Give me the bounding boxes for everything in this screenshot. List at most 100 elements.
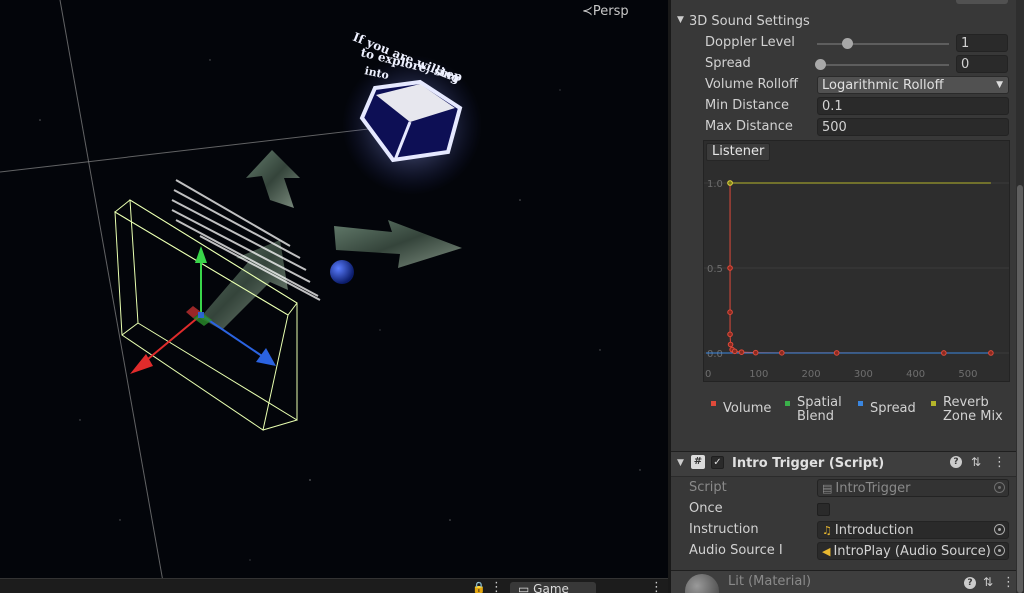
- foldout-arrow-icon[interactable]: ▼: [677, 458, 684, 468]
- spread-slider[interactable]: [817, 64, 949, 66]
- volume-point: [778, 350, 785, 356]
- help-icon[interactable]: ?: [964, 577, 976, 589]
- gizmo-z-arrow-icon: [256, 348, 276, 366]
- dropdown-arrow-icon: ▼: [996, 80, 1003, 90]
- section-3d-sound[interactable]: ▼ 3D Sound Settings: [671, 12, 1016, 33]
- legend-volume-label: Volume: [723, 401, 772, 416]
- component-title: Intro Trigger (Script): [732, 456, 885, 471]
- volume-point: [833, 350, 840, 356]
- component-enabled-checkbox[interactable]: ✓: [711, 456, 724, 469]
- object-picker-icon[interactable]: [994, 524, 1005, 535]
- script-icon: #: [691, 455, 705, 469]
- foldout-arrow-icon[interactable]: ▼: [677, 15, 684, 25]
- y-tick-label: 0.5: [707, 264, 723, 275]
- material-menu-icon[interactable]: ⋮: [1002, 575, 1015, 590]
- help-icon[interactable]: ?: [950, 456, 962, 468]
- instruction-field[interactable]: ♫ Introduction: [817, 521, 1009, 539]
- audio-source-value: IntroPlay (Audio Source): [833, 544, 991, 559]
- once-label: Once: [689, 501, 723, 516]
- doppler-level-field[interactable]: 1: [956, 34, 1008, 52]
- audio-source-row: Audio Source I ◀ IntroPlay (Audio Source): [671, 541, 1016, 562]
- rolloff-graph[interactable]: 0.0 0.5 1.0 0 100 200 300 400 500 Listener: [703, 140, 1010, 382]
- gizmo-y-arrow-icon: [195, 246, 207, 263]
- top-field-remnant: [956, 0, 1008, 4]
- x-tick-label: 300: [854, 369, 873, 380]
- y-tick-label: 0.0: [707, 349, 723, 360]
- lock-icon[interactable]: 🔒: [472, 581, 486, 593]
- max-distance-row: Max Distance 500: [671, 117, 1016, 138]
- blue-sphere[interactable]: [330, 260, 354, 284]
- min-distance-field[interactable]: 0.1: [817, 97, 1009, 115]
- right-arrow-object[interactable]: [334, 220, 462, 268]
- grid-line: [59, 0, 166, 593]
- x-tick-label: 500: [958, 369, 977, 380]
- x-tick-label: 200: [802, 369, 821, 380]
- x-tick-label: 400: [906, 369, 925, 380]
- script-value: IntroTrigger: [835, 481, 911, 496]
- x-tick-label: 100: [749, 369, 768, 380]
- volume-point: [727, 341, 734, 348]
- starfield: [39, 59, 641, 561]
- material-title: Lit (Material): [728, 574, 812, 589]
- scrollbar-thumb[interactable]: [1017, 185, 1023, 593]
- scene-canvas[interactable]: If you are willing to explore, step into: [0, 0, 668, 593]
- instruction-value: Introduction: [834, 523, 914, 538]
- volume-point: [752, 349, 759, 356]
- presets-icon[interactable]: ⇅: [983, 575, 993, 589]
- legend-spatial-label-2: Blend: [797, 409, 835, 424]
- max-distance-field[interactable]: 500: [817, 118, 1009, 136]
- audio-source-field[interactable]: ◀ IntroPlay (Audio Source): [817, 542, 1009, 560]
- spread-label: Spread: [705, 56, 751, 71]
- object-picker-icon: [994, 482, 1005, 493]
- once-row: Once: [671, 499, 1016, 520]
- presets-icon[interactable]: ⇅: [971, 455, 981, 469]
- audio-source-label: Audio Source I: [689, 543, 783, 558]
- audio-clip-icon: ♫: [822, 524, 832, 537]
- y-tick-label: 1.0: [707, 179, 723, 190]
- listener-label: Listener: [706, 143, 771, 161]
- spread-slider-knob[interactable]: [815, 59, 826, 70]
- tab-game[interactable]: ▭ Game: [510, 582, 596, 593]
- tab-menu-icon[interactable]: ⋮: [650, 581, 663, 593]
- volume-rolloff-row: Volume Rolloff Logarithmic Rolloff ▼: [671, 75, 1016, 96]
- volume-point: [727, 265, 733, 271]
- persp-arrow-icon: ≺: [582, 4, 593, 19]
- min-distance-row: Min Distance 0.1: [671, 96, 1016, 117]
- instruction-label: Instruction: [689, 522, 759, 537]
- volume-point: [727, 331, 733, 338]
- section-title: 3D Sound Settings: [689, 14, 810, 29]
- up-arrow-object[interactable]: [246, 150, 300, 208]
- volume-point: [731, 348, 738, 355]
- inspector-panel: ▼ 3D Sound Settings Doppler Level 1 Spre…: [671, 0, 1024, 593]
- script-row: Script ▤ IntroTrigger: [671, 478, 1016, 499]
- audio-source-icon: ◀: [822, 545, 831, 558]
- rolloff-graph-canvas: 0.0 0.5 1.0 0 100 200 300 400 500: [704, 179, 1009, 380]
- object-picker-icon[interactable]: [994, 545, 1005, 556]
- volume-point: [727, 309, 733, 315]
- persp-label[interactable]: ≺Persp: [582, 4, 629, 19]
- min-distance-label: Min Distance: [705, 98, 790, 113]
- legend-spread-label: Spread: [870, 401, 916, 416]
- volume-rolloff-value: Logarithmic Rolloff: [822, 78, 944, 93]
- volume-rolloff-dropdown[interactable]: Logarithmic Rolloff ▼: [817, 76, 1009, 94]
- once-checkbox[interactable]: [817, 503, 830, 516]
- tab-game-label: Game: [533, 582, 569, 593]
- scene-view[interactable]: If you are willing to explore, step into: [0, 0, 668, 593]
- doppler-level-label: Doppler Level: [705, 35, 795, 50]
- doppler-level-slider-knob[interactable]: [842, 38, 854, 49]
- script-field: ▤ IntroTrigger: [817, 479, 1009, 497]
- material-preview-icon: [685, 574, 719, 593]
- x-tick-label: 0: [705, 369, 711, 380]
- legend-spatial-label-1: Spatial: [797, 395, 842, 410]
- spread-field[interactable]: 0: [956, 55, 1008, 73]
- volume-point: [941, 350, 947, 356]
- volume-point: [988, 350, 994, 356]
- intro-trigger-header[interactable]: ▼ # ✓ Intro Trigger (Script) ? ⇅ ⋮: [671, 451, 1024, 477]
- gizmo-x-axis: [141, 314, 202, 365]
- doppler-level-slider[interactable]: [817, 43, 949, 45]
- legend-reverb-label-2: Zone Mix: [943, 409, 1003, 424]
- spread-row: Spread 0: [671, 54, 1016, 75]
- component-menu-icon[interactable]: ⋮: [993, 455, 1006, 470]
- material-header[interactable]: Lit (Material) ? ⇅ ⋮: [671, 570, 1024, 593]
- more-options-icon[interactable]: ⋮: [490, 581, 503, 593]
